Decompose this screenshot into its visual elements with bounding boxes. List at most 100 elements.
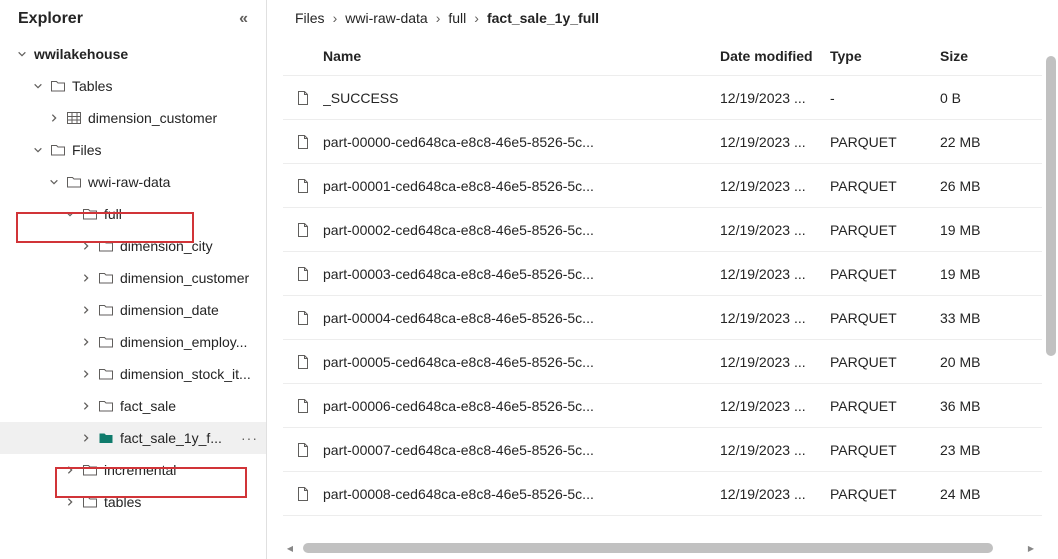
tree-label: dimension_customer bbox=[120, 270, 266, 286]
file-name: part-00006-ced648ca-e8c8-46e5-8526-5c... bbox=[323, 398, 720, 414]
column-header-name[interactable]: Name bbox=[323, 48, 720, 64]
table-body: _SUCCESS12/19/2023 ...-0 Bpart-00000-ced… bbox=[283, 76, 1042, 516]
tree-node-dimension-employ[interactable]: dimension_employ... bbox=[0, 326, 266, 358]
tree-label: fact_sale_1y_f... bbox=[120, 430, 241, 446]
tree-node-dimension-date[interactable]: dimension_date bbox=[0, 294, 266, 326]
file-name: part-00002-ced648ca-e8c8-46e5-8526-5c... bbox=[323, 222, 720, 238]
table-row[interactable]: part-00004-ced648ca-e8c8-46e5-8526-5c...… bbox=[283, 296, 1042, 340]
tree-label: dimension_date bbox=[120, 302, 266, 318]
tree-label: dimension_stock_it... bbox=[120, 366, 266, 382]
breadcrumb-item[interactable]: full bbox=[448, 10, 466, 26]
file-size: 19 MB bbox=[940, 222, 1030, 238]
main-pane: Files › wwi-raw-data › full › fact_sale_… bbox=[267, 0, 1058, 559]
tree-node-wwi-raw-data[interactable]: wwi-raw-data bbox=[0, 166, 266, 198]
tree-node-dimension-customer-table[interactable]: dimension_customer bbox=[0, 102, 266, 134]
scroll-left-icon[interactable]: ◀ bbox=[283, 541, 297, 555]
table-row[interactable]: part-00006-ced648ca-e8c8-46e5-8526-5c...… bbox=[283, 384, 1042, 428]
sidebar-title: Explorer bbox=[18, 10, 83, 28]
chevron-right-icon: › bbox=[474, 10, 479, 26]
table-row[interactable]: part-00000-ced648ca-e8c8-46e5-8526-5c...… bbox=[283, 120, 1042, 164]
file-size: 33 MB bbox=[940, 310, 1030, 326]
breadcrumb-item[interactable]: wwi-raw-data bbox=[345, 10, 427, 26]
chevron-right-icon[interactable] bbox=[48, 112, 60, 124]
folder-icon bbox=[98, 366, 114, 382]
column-header-type[interactable]: Type bbox=[830, 48, 940, 64]
chevron-right-icon: › bbox=[333, 10, 338, 26]
breadcrumb-current: fact_sale_1y_full bbox=[487, 10, 599, 26]
explorer-sidebar: Explorer « wwilakehouse Tables bbox=[0, 0, 267, 559]
file-date: 12/19/2023 ... bbox=[720, 222, 830, 238]
folder-icon bbox=[82, 206, 98, 222]
breadcrumb: Files › wwi-raw-data › full › fact_sale_… bbox=[267, 0, 1058, 36]
chevron-down-icon[interactable] bbox=[32, 144, 44, 156]
tree-label: Tables bbox=[72, 78, 266, 94]
file-type: PARQUET bbox=[830, 178, 940, 194]
tree-node-fact-sale[interactable]: fact_sale bbox=[0, 390, 266, 422]
chevron-down-icon[interactable] bbox=[48, 176, 60, 188]
table-row[interactable]: part-00008-ced648ca-e8c8-46e5-8526-5c...… bbox=[283, 472, 1042, 516]
chevron-down-icon[interactable] bbox=[32, 80, 44, 92]
chevron-right-icon[interactable] bbox=[80, 240, 92, 252]
file-type: PARQUET bbox=[830, 222, 940, 238]
file-date: 12/19/2023 ... bbox=[720, 134, 830, 150]
file-date: 12/19/2023 ... bbox=[720, 398, 830, 414]
tree-node-fact-sale-1y-full[interactable]: fact_sale_1y_f... ··· bbox=[0, 422, 266, 454]
scrollbar-thumb[interactable] bbox=[303, 543, 993, 553]
chevron-down-icon[interactable] bbox=[16, 48, 28, 60]
chevron-right-icon[interactable] bbox=[80, 432, 92, 444]
tree-label: dimension_employ... bbox=[120, 334, 266, 350]
tree-node-incremental[interactable]: incremental bbox=[0, 454, 266, 486]
file-icon bbox=[295, 310, 323, 326]
table-row[interactable]: part-00005-ced648ca-e8c8-46e5-8526-5c...… bbox=[283, 340, 1042, 384]
file-type: PARQUET bbox=[830, 398, 940, 414]
file-date: 12/19/2023 ... bbox=[720, 442, 830, 458]
column-header-date[interactable]: Date modified bbox=[720, 48, 830, 64]
chevron-right-icon[interactable] bbox=[80, 336, 92, 348]
tree-label: Files bbox=[72, 142, 266, 158]
breadcrumb-item[interactable]: Files bbox=[295, 10, 325, 26]
file-date: 12/19/2023 ... bbox=[720, 178, 830, 194]
chevron-right-icon[interactable] bbox=[80, 304, 92, 316]
tree-node-tables-folder[interactable]: tables bbox=[0, 486, 266, 518]
file-icon bbox=[295, 90, 323, 106]
file-name: part-00003-ced648ca-e8c8-46e5-8526-5c... bbox=[323, 266, 720, 282]
horizontal-scrollbar[interactable]: ◀ ▶ bbox=[283, 541, 1038, 555]
file-type: PARQUET bbox=[830, 310, 940, 326]
vertical-scrollbar[interactable] bbox=[1044, 56, 1058, 539]
tree-node-dimension-stock-it[interactable]: dimension_stock_it... bbox=[0, 358, 266, 390]
collapse-sidebar-icon[interactable]: « bbox=[239, 10, 248, 28]
chevron-right-icon[interactable] bbox=[80, 400, 92, 412]
tree-node-root[interactable]: wwilakehouse bbox=[0, 38, 266, 70]
chevron-right-icon[interactable] bbox=[64, 464, 76, 476]
file-type: PARQUET bbox=[830, 486, 940, 502]
table-row[interactable]: _SUCCESS12/19/2023 ...-0 B bbox=[283, 76, 1042, 120]
table-row[interactable]: part-00001-ced648ca-e8c8-46e5-8526-5c...… bbox=[283, 164, 1042, 208]
table-row[interactable]: part-00003-ced648ca-e8c8-46e5-8526-5c...… bbox=[283, 252, 1042, 296]
tree-node-full[interactable]: full bbox=[0, 198, 266, 230]
file-date: 12/19/2023 ... bbox=[720, 486, 830, 502]
chevron-right-icon[interactable] bbox=[80, 368, 92, 380]
chevron-right-icon[interactable] bbox=[80, 272, 92, 284]
tree-node-dimension-customer[interactable]: dimension_customer bbox=[0, 262, 266, 294]
file-type: PARQUET bbox=[830, 134, 940, 150]
file-name: part-00004-ced648ca-e8c8-46e5-8526-5c... bbox=[323, 310, 720, 326]
chevron-right-icon[interactable] bbox=[64, 496, 76, 508]
tree-node-dimension-city[interactable]: dimension_city bbox=[0, 230, 266, 262]
tree-node-tables[interactable]: Tables bbox=[0, 70, 266, 102]
scroll-right-icon[interactable]: ▶ bbox=[1024, 541, 1038, 555]
more-options-icon[interactable]: ··· bbox=[241, 430, 258, 446]
file-size: 19 MB bbox=[940, 266, 1030, 282]
scrollbar-thumb[interactable] bbox=[1046, 56, 1056, 356]
file-date: 12/19/2023 ... bbox=[720, 310, 830, 326]
table-row[interactable]: part-00002-ced648ca-e8c8-46e5-8526-5c...… bbox=[283, 208, 1042, 252]
file-icon bbox=[295, 178, 323, 194]
column-header-size[interactable]: Size bbox=[940, 48, 1030, 64]
folder-icon bbox=[50, 78, 66, 94]
tree-node-files[interactable]: Files bbox=[0, 134, 266, 166]
table-icon bbox=[66, 110, 82, 126]
tree-label: dimension_city bbox=[120, 238, 266, 254]
folder-teal-icon bbox=[98, 430, 114, 446]
chevron-down-icon[interactable] bbox=[64, 208, 76, 220]
table-row[interactable]: part-00007-ced648ca-e8c8-46e5-8526-5c...… bbox=[283, 428, 1042, 472]
file-name: part-00008-ced648ca-e8c8-46e5-8526-5c... bbox=[323, 486, 720, 502]
